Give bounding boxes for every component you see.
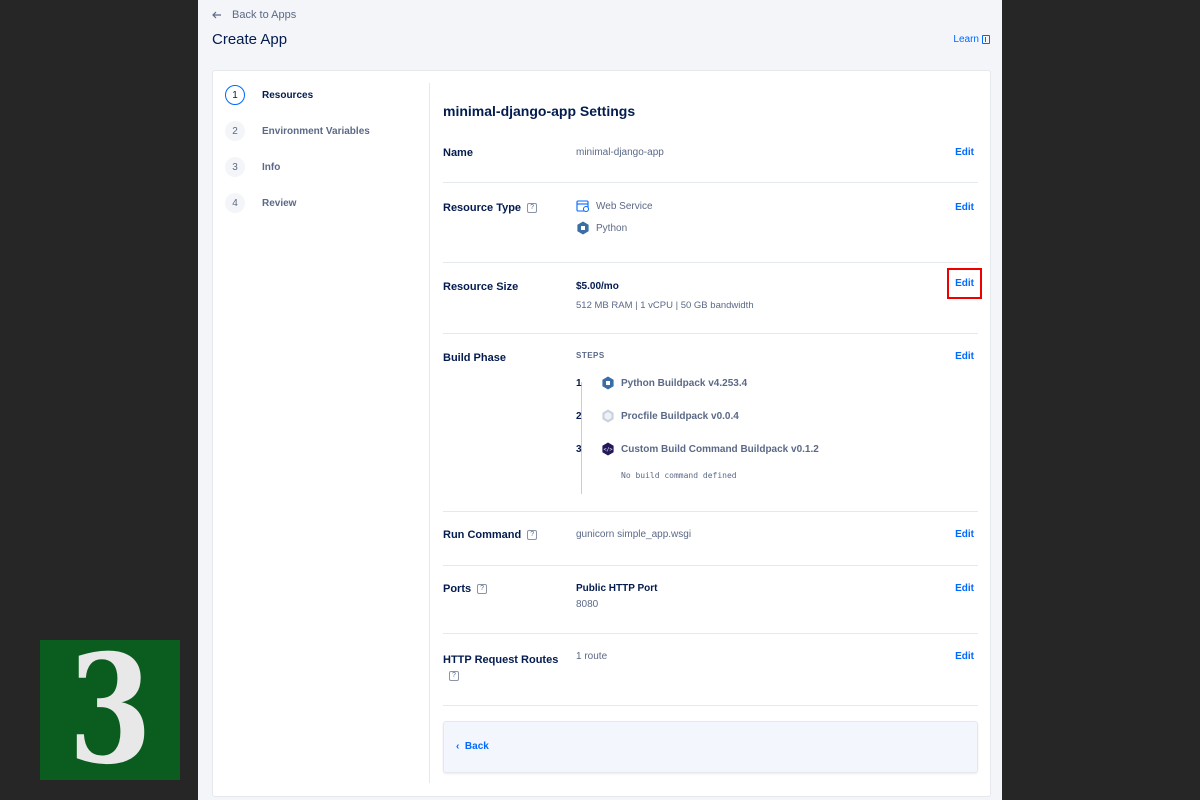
stepper: 1 Resources 2 Environment Variables 3 In… xyxy=(225,83,425,227)
vertical-divider xyxy=(429,83,430,783)
buildpack-item: 1 Python Buildpack v4.253.4 xyxy=(576,376,748,390)
arrow-left-icon xyxy=(212,11,221,19)
python-icon xyxy=(577,221,589,235)
create-app-card: 1 Resources 2 Environment Variables 3 In… xyxy=(212,70,991,797)
setting-value: 1 route xyxy=(576,651,608,662)
buildpack-connector xyxy=(581,382,582,494)
step-number-badge: 3 xyxy=(40,635,180,785)
edit-resource-size-button[interactable]: Edit xyxy=(947,268,982,299)
custom-build-buildpack-icon: </> xyxy=(602,442,614,456)
setting-row-resource-type: Resource Type ? Web Service Python Edit xyxy=(443,183,978,263)
app-window: Back to Apps Create App Learn 1 Resource… xyxy=(198,0,1002,800)
edit-http-routes-button[interactable]: Edit xyxy=(955,651,974,662)
back-to-apps-link[interactable]: Back to Apps xyxy=(212,8,990,22)
buildpack-item: 3 </> Custom Build Command Buildpack v0.… xyxy=(576,442,819,456)
setting-value: Web Service Python xyxy=(576,199,653,243)
buildpack-list: 1 Python Buildpack v4.253.4 2 Procfile B… xyxy=(576,374,876,494)
setting-value: Public HTTP Port 8080 xyxy=(576,583,658,610)
page-title: Create App xyxy=(212,31,288,48)
edit-name-button[interactable]: Edit xyxy=(955,147,974,158)
no-build-command-note: No build command defined xyxy=(621,471,737,480)
setting-label: Ports ? xyxy=(443,583,488,595)
settings-title: minimal-django-app Settings xyxy=(443,103,636,119)
chevron-left-icon: ‹ xyxy=(456,741,460,752)
book-icon xyxy=(982,35,990,44)
steps-heading: STEPS xyxy=(576,351,605,360)
step-review[interactable]: 4 Review xyxy=(225,191,425,215)
setting-label: Resource Type ? xyxy=(443,202,538,214)
web-service-icon xyxy=(576,200,589,212)
buildpack-item: 2 Procfile Buildpack v0.0.4 xyxy=(576,409,739,423)
setting-row-build-phase: Build Phase STEPS 1 Python Buildpack v4.… xyxy=(443,334,978,512)
setting-row-http-routes: HTTP Request Routes ? 1 route Edit xyxy=(443,634,978,706)
step-number: 3 xyxy=(225,157,245,177)
learn-link[interactable]: Learn xyxy=(953,34,990,45)
port-name: Public HTTP Port xyxy=(576,583,658,594)
port-number: 8080 xyxy=(576,599,599,610)
help-icon[interactable]: ? xyxy=(527,203,538,213)
help-icon[interactable]: ? xyxy=(527,530,538,540)
edit-resource-type-button[interactable]: Edit xyxy=(955,202,974,213)
edit-run-command-button[interactable]: Edit xyxy=(955,529,974,540)
back-button-label: Back xyxy=(464,741,489,752)
setting-value: gunicorn simple_app.wsgi xyxy=(576,529,692,540)
setting-value: minimal-django-app xyxy=(576,147,664,158)
step-label: Environment Variables xyxy=(262,125,370,137)
step-number: 4 xyxy=(225,193,245,213)
step-number: 2 xyxy=(225,121,245,141)
step-label: Review xyxy=(262,197,297,209)
topbar: Back to Apps Create App Learn xyxy=(212,8,990,48)
resource-spec: 512 MB RAM | 1 vCPU | 50 GB bandwidth xyxy=(576,300,754,311)
help-icon[interactable]: ? xyxy=(477,584,488,594)
footer-bar: ‹ Back xyxy=(443,721,978,773)
python-buildpack-icon xyxy=(602,376,614,390)
step-environment-variables[interactable]: 2 Environment Variables xyxy=(225,119,425,143)
learn-label: Learn xyxy=(953,34,979,45)
setting-value: $5.00/mo 512 MB RAM | 1 vCPU | 50 GB ban… xyxy=(576,281,754,311)
back-to-apps-label: Back to Apps xyxy=(232,9,297,21)
svg-text:</>: </> xyxy=(603,447,612,453)
step-label: Resources xyxy=(262,89,314,101)
edit-ports-button[interactable]: Edit xyxy=(955,583,974,594)
setting-row-resource-size: Resource Size $5.00/mo 512 MB RAM | 1 vC… xyxy=(443,263,982,334)
procfile-buildpack-icon xyxy=(602,409,614,423)
runtime-label: Python xyxy=(596,222,628,234)
step-label: Info xyxy=(262,161,281,173)
service-type-label: Web Service xyxy=(596,200,653,212)
setting-label: Build Phase xyxy=(443,352,506,364)
edit-build-phase-button[interactable]: Edit xyxy=(955,351,974,362)
help-icon[interactable]: ? xyxy=(449,671,459,681)
step-number: 1 xyxy=(225,85,245,105)
step-resources[interactable]: 1 Resources xyxy=(225,83,425,107)
back-button[interactable]: ‹ Back xyxy=(456,741,489,752)
setting-value: STEPS 1 Python Buildpack v4.253.4 2 Proc… xyxy=(576,351,876,494)
setting-label: Run Command ? xyxy=(443,529,538,541)
setting-row-run-command: Run Command ? gunicorn simple_app.wsgi E… xyxy=(443,512,978,566)
setting-label: Name xyxy=(443,147,473,159)
resource-price: $5.00/mo xyxy=(576,281,619,292)
setting-row-ports: Ports ? Public HTTP Port 8080 Edit xyxy=(443,566,978,634)
setting-label: HTTP Request Routes ? xyxy=(443,654,559,681)
setting-label: Resource Size xyxy=(443,281,519,293)
step-info[interactable]: 3 Info xyxy=(225,155,425,179)
setting-row-name: Name minimal-django-app Edit xyxy=(443,141,978,183)
badge-number: 3 xyxy=(68,622,152,798)
